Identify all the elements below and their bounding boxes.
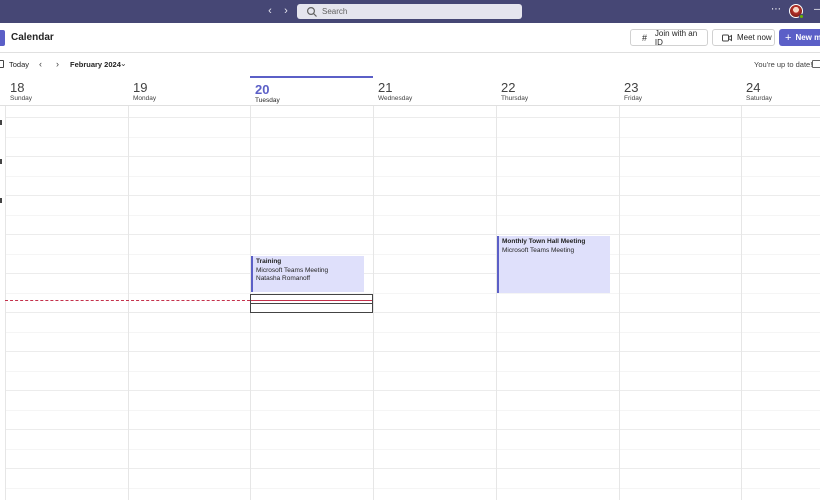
event-title: Training [256, 258, 282, 265]
day-divider [373, 106, 374, 500]
selected-time-slot[interactable] [250, 294, 373, 313]
chevron-left-icon[interactable]: ‹ [263, 4, 277, 18]
day-name: Wednesday [378, 95, 413, 102]
sync-status: You're up to date! [754, 60, 813, 69]
avatar[interactable] [789, 4, 804, 19]
search-input[interactable]: Search [297, 4, 522, 19]
hashtag-icon: # [641, 32, 647, 43]
search-placeholder: Search [322, 7, 348, 16]
day-divider [496, 106, 497, 500]
hour-tick [0, 198, 2, 203]
day-header-monday[interactable]: 19 Monday [128, 76, 250, 106]
event-location: Microsoft Teams Meeting [502, 246, 575, 254]
day-divider [5, 106, 6, 500]
more-options-icon[interactable]: ⋯ [771, 4, 781, 15]
event-location: Microsoft Teams Meeting [256, 266, 329, 274]
day-divider [619, 106, 620, 500]
day-name: Tuesday [255, 97, 280, 104]
day-name: Monday [133, 95, 157, 102]
day-divider [128, 106, 129, 500]
day-header-friday[interactable]: 23 Friday [619, 76, 741, 106]
day-name: Saturday [746, 95, 773, 102]
day-number: 21 [378, 80, 393, 95]
new-meeting-label: New m [795, 33, 820, 42]
day-divider [741, 106, 742, 500]
chevron-right-icon[interactable]: › [279, 4, 293, 18]
video-camera-icon [721, 32, 732, 43]
month-picker[interactable]: February 2024 [70, 60, 121, 69]
overflow-icon[interactable]: — [814, 4, 820, 15]
day-number: 18 [10, 80, 25, 95]
plus-icon: + [785, 31, 792, 44]
presence-available-icon [799, 14, 804, 19]
today-button[interactable]: Today [9, 60, 29, 69]
day-name: Thursday [501, 95, 529, 102]
event-organizer: Natasha Romanoff [256, 275, 311, 282]
day-header-wednesday[interactable]: 21 Wednesday [373, 76, 496, 106]
day-header-sunday[interactable]: 18 Sunday [5, 76, 128, 106]
current-time-line [5, 300, 250, 301]
hour-tick [0, 120, 2, 125]
calendar-app-icon[interactable] [0, 30, 5, 46]
meet-now-button[interactable]: Meet now [712, 29, 775, 46]
next-week-icon[interactable]: › [56, 59, 59, 69]
calendar-header: Calendar # Join with an ID Meet now + Ne… [0, 23, 820, 53]
previous-week-icon[interactable]: ‹ [39, 59, 42, 69]
meet-now-label: Meet now [737, 33, 772, 42]
search-icon [306, 6, 317, 17]
title-bar: ‹ › Search ⋯ — [0, 0, 820, 23]
day-header-tuesday[interactable]: 20 Tuesday [250, 76, 373, 106]
calendar-toolbar: Today ‹ › February 2024 ⌄ You're up to d… [0, 53, 820, 76]
page-title: Calendar [11, 32, 54, 43]
chevron-down-icon[interactable]: ⌄ [120, 59, 127, 68]
join-with-id-button[interactable]: # Join with an ID [630, 28, 708, 47]
day-number: 24 [746, 80, 761, 95]
week-day-headers: 18 Sunday 19 Monday 20 Tuesday 21 Wednes… [0, 76, 820, 106]
day-name: Sunday [10, 95, 33, 102]
day-number: 23 [624, 80, 639, 95]
day-header-saturday[interactable]: 24 Saturday [741, 76, 820, 106]
calendar-today-icon [0, 60, 4, 68]
day-number: 22 [501, 80, 516, 95]
event-training[interactable]: Training Microsoft Teams Meeting Natasha… [251, 256, 364, 292]
hour-tick [0, 159, 2, 164]
day-number: 20 [255, 82, 270, 97]
day-name: Friday [624, 95, 643, 102]
join-with-id-label: Join with an ID [654, 28, 698, 47]
view-switcher-icon[interactable] [812, 60, 820, 68]
event-title: Monthly Town Hall Meeting [502, 238, 586, 245]
week-grid[interactable]: Training Microsoft Teams Meeting Natasha… [0, 106, 820, 500]
day-number: 19 [133, 80, 148, 95]
new-meeting-button[interactable]: + New m [779, 29, 820, 46]
day-header-thursday[interactable]: 22 Thursday [496, 76, 619, 106]
event-monthly-town-hall[interactable]: Monthly Town Hall Meeting Microsoft Team… [497, 236, 610, 293]
